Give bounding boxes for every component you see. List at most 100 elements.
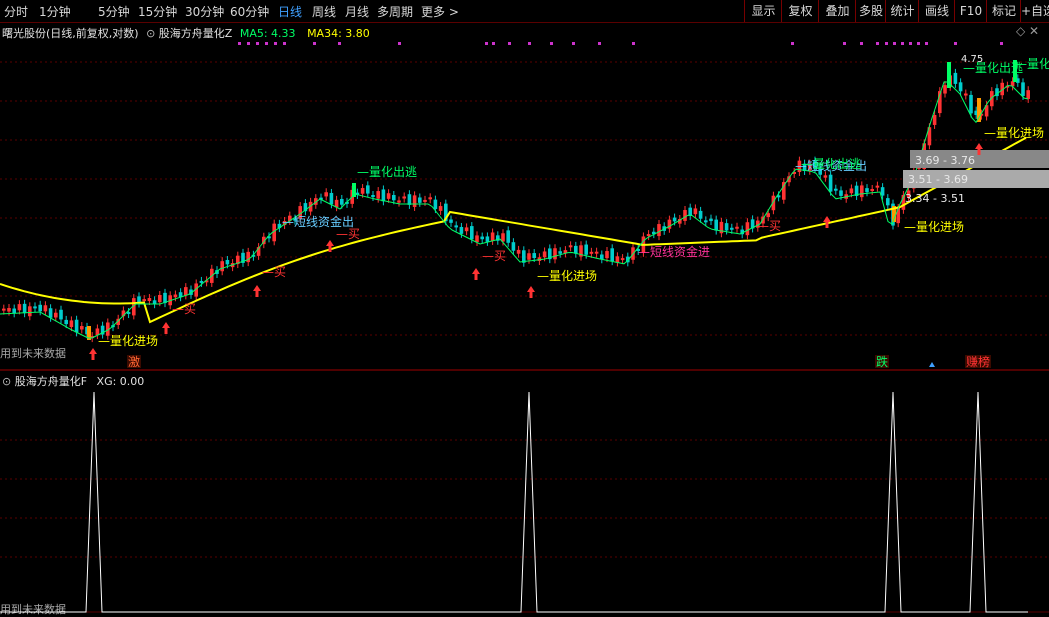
candle-body — [506, 230, 510, 243]
candle-body — [340, 198, 344, 205]
candle-body — [558, 251, 562, 254]
candle-body — [823, 175, 828, 178]
signal-label: —买 — [482, 249, 506, 263]
candle-body — [423, 199, 427, 202]
signal-dot — [860, 42, 863, 45]
signal-dot — [954, 42, 957, 45]
candle-body — [704, 220, 708, 223]
ma34-line — [0, 136, 1027, 324]
candle-body — [724, 223, 729, 231]
candle-body — [184, 287, 188, 296]
signal-dot — [598, 42, 601, 45]
candle-body — [875, 185, 880, 188]
kline-chart[interactable]: 3.69 - 3.763.51 - 3.693.34 - 3.514.75 —量… — [0, 0, 1049, 617]
highlight-candle — [977, 98, 981, 122]
candle-body — [594, 251, 599, 254]
signal-dot — [550, 42, 553, 45]
signal-dot — [885, 42, 888, 45]
candle-body — [896, 207, 900, 224]
candle-body — [397, 200, 401, 203]
candle-body — [828, 174, 833, 192]
candle-body — [574, 245, 578, 254]
price-zone-label: 3.69 - 3.76 — [915, 154, 975, 167]
buy-arrow-icon — [162, 322, 170, 334]
signal-label: —买 — [336, 227, 360, 241]
candle-body — [418, 197, 422, 203]
bottom-tag: 跌 — [876, 354, 888, 369]
signal-dot — [256, 42, 259, 45]
candle-body — [54, 312, 58, 318]
signal-dots — [238, 42, 1003, 45]
signal-dot — [791, 42, 794, 45]
candle-body — [969, 94, 973, 114]
sub-indicator-chart — [0, 391, 1028, 613]
candle-body — [381, 189, 386, 202]
candle-body — [958, 82, 963, 92]
candle-body — [80, 326, 84, 330]
candle-body — [402, 196, 406, 199]
signal-label: —量化出逃 — [963, 61, 1023, 75]
candle-body — [553, 248, 557, 260]
candle-body — [360, 188, 365, 194]
signal-dot — [265, 42, 268, 45]
candle-body — [932, 114, 937, 125]
signal-dot — [909, 42, 912, 45]
signal-dot — [338, 42, 341, 45]
candle-body — [480, 236, 484, 240]
candle-body — [886, 198, 890, 206]
candle-body — [386, 193, 391, 199]
candle-body — [2, 308, 6, 311]
candlesticks — [2, 60, 1030, 343]
candle-body — [225, 259, 230, 265]
candle-body — [714, 219, 718, 231]
candle-body — [527, 253, 531, 260]
candle-body — [412, 195, 417, 207]
candle-body — [428, 197, 432, 200]
candle-body — [672, 217, 677, 222]
candle-body — [334, 199, 339, 208]
candle-body — [568, 245, 573, 248]
buy-arrow-icon — [472, 268, 480, 280]
signal-label: —量化进场 — [904, 220, 964, 234]
signal-label: —量化出逃 — [801, 157, 861, 171]
candle-body — [657, 224, 661, 237]
candle-body — [766, 213, 770, 218]
candle-body — [475, 235, 479, 243]
candle-body — [33, 306, 37, 309]
candle-body — [839, 190, 843, 196]
candle-body — [610, 248, 614, 262]
signal-dot — [485, 42, 488, 45]
candle-body — [459, 226, 464, 234]
candle-body — [64, 319, 68, 325]
candle-body — [17, 304, 22, 311]
candle-body — [28, 306, 32, 317]
signal-dot — [283, 42, 286, 45]
signal-label: —量化进场 — [537, 269, 597, 283]
signal-dot — [917, 42, 920, 45]
signal-label: —量化进场 — [98, 334, 158, 348]
signal-label: —买 — [262, 265, 286, 279]
candle-body — [376, 191, 380, 199]
candle-body — [542, 251, 547, 258]
blue-triangle-icon — [929, 362, 935, 367]
candle-body — [69, 320, 74, 328]
candle-body — [730, 227, 734, 230]
signal-dot — [247, 42, 250, 45]
candle-body — [173, 294, 178, 298]
candle-body — [615, 256, 620, 263]
candle-body — [584, 244, 588, 255]
candle-body — [392, 195, 396, 201]
signal-dot — [398, 42, 401, 45]
signal-label: —买 — [757, 219, 781, 233]
candle-body — [158, 295, 162, 303]
candle-body — [464, 227, 469, 232]
signal-dot — [528, 42, 531, 45]
candle-body — [48, 308, 53, 318]
candle-body — [1026, 90, 1030, 99]
candle-body — [199, 280, 204, 283]
signal-dot — [313, 42, 316, 45]
candle-body — [511, 242, 516, 251]
candle-body — [74, 319, 79, 333]
price-zone-label: 3.51 - 3.69 — [908, 173, 968, 186]
candle-body — [870, 189, 874, 192]
